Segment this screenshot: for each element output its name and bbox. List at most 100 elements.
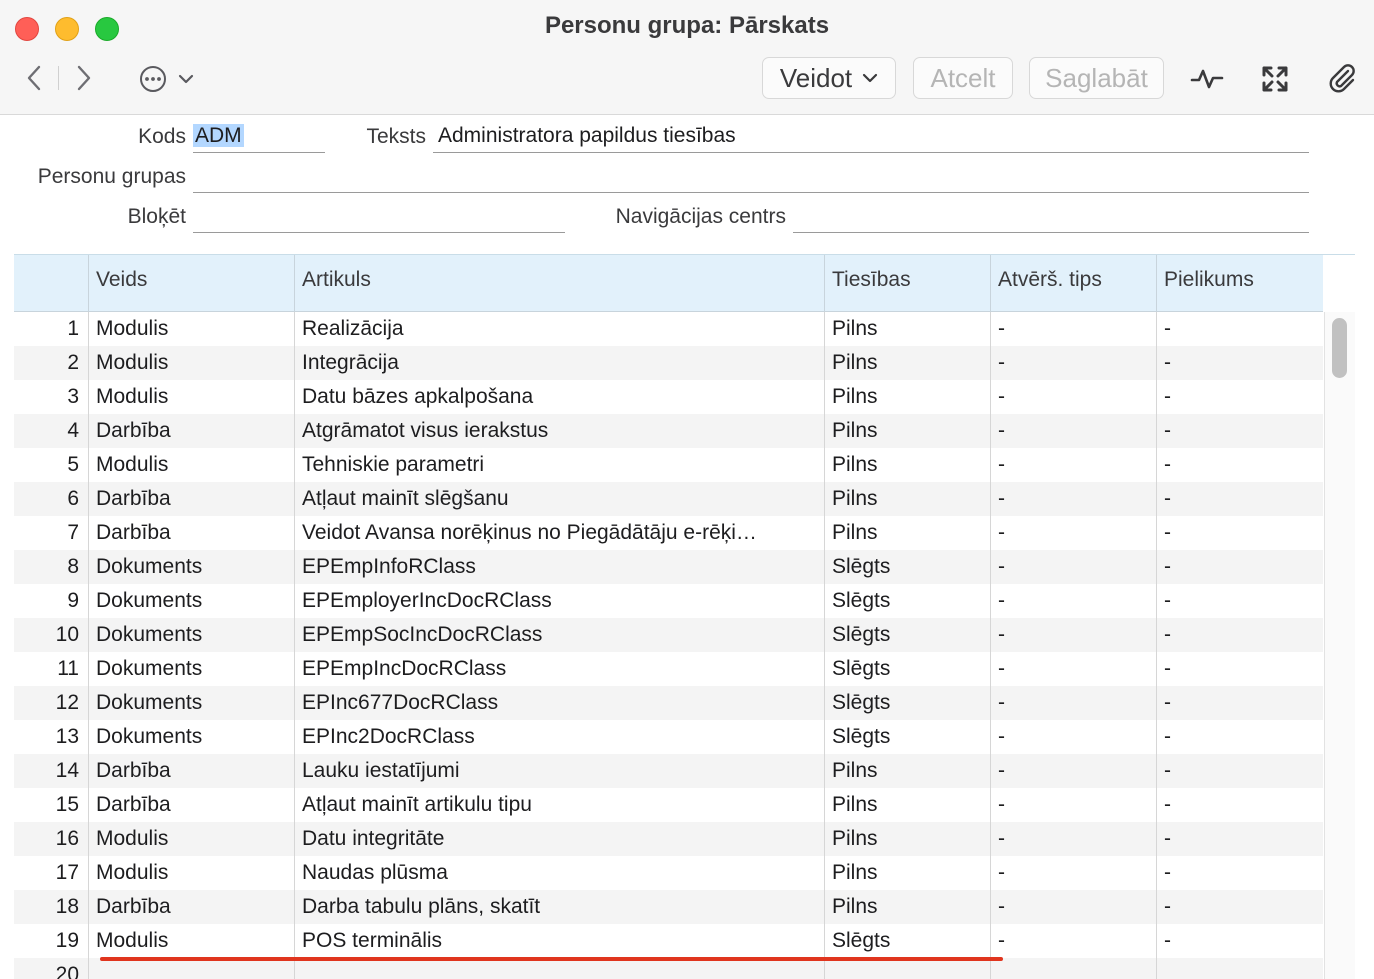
cell-rights[interactable]: Pilns bbox=[824, 754, 990, 788]
text-field[interactable]: Administratora papildus tiesības bbox=[433, 123, 1309, 153]
cell-row-number[interactable]: 5 bbox=[14, 448, 88, 482]
table-row[interactable]: 2 Modulis Integrācija Pilns - - bbox=[14, 346, 1323, 380]
cell-type[interactable]: Darbība bbox=[88, 788, 294, 822]
cell-item[interactable] bbox=[294, 958, 824, 979]
activity-button[interactable] bbox=[1190, 62, 1224, 96]
cell-row-number[interactable]: 12 bbox=[14, 686, 88, 720]
cell-rights[interactable]: Pilns bbox=[824, 482, 990, 516]
cell-attachment[interactable] bbox=[1156, 958, 1323, 979]
cell-type[interactable]: Modulis bbox=[88, 380, 294, 414]
back-button[interactable] bbox=[20, 62, 48, 94]
person-groups-field[interactable] bbox=[193, 163, 1309, 193]
table-row[interactable]: 13 Dokuments EPInc2DocRClass Slēgts - - bbox=[14, 720, 1323, 754]
block-field[interactable] bbox=[193, 203, 565, 233]
table-row[interactable]: 11 Dokuments EPEmpIncDocRClass Slēgts - - bbox=[14, 652, 1323, 686]
cell-item[interactable]: Lauku iestatījumi bbox=[294, 754, 824, 788]
cell-item[interactable]: Atļaut mainīt artikulu tipu bbox=[294, 788, 824, 822]
table-row[interactable]: 20 bbox=[14, 958, 1323, 979]
cell-rights[interactable]: Pilns bbox=[824, 788, 990, 822]
cell-attachment[interactable]: - bbox=[1156, 312, 1323, 346]
cell-attachment[interactable]: - bbox=[1156, 754, 1323, 788]
cell-type[interactable]: Dokuments bbox=[88, 550, 294, 584]
cell-row-number[interactable]: 7 bbox=[14, 516, 88, 550]
cell-attachment[interactable]: - bbox=[1156, 890, 1323, 924]
expand-button[interactable] bbox=[1258, 62, 1292, 96]
cell-open-type[interactable]: - bbox=[990, 754, 1156, 788]
table-row[interactable]: 15 Darbība Atļaut mainīt artikulu tipu Piln… bbox=[14, 788, 1323, 822]
table-row[interactable]: 10 Dokuments EPEmpSocIncDocRClass Slēgts - - bbox=[14, 618, 1323, 652]
cell-open-type[interactable]: - bbox=[990, 482, 1156, 516]
cell-row-number[interactable]: 8 bbox=[14, 550, 88, 584]
cancel-button[interactable]: Atcelt bbox=[913, 57, 1013, 99]
table-row[interactable]: 12 Dokuments EPInc677DocRClass Slēgts - - bbox=[14, 686, 1323, 720]
cell-item[interactable]: Veidot Avansa norēķinus no Piegādātāju e… bbox=[294, 516, 824, 550]
cell-type[interactable]: Dokuments bbox=[88, 652, 294, 686]
cell-rights[interactable]: Slēgts bbox=[824, 686, 990, 720]
cell-open-type[interactable]: - bbox=[990, 516, 1156, 550]
table-row[interactable]: 4 Darbība Atgrāmatot visus ierakstus Pilns -… bbox=[14, 414, 1323, 448]
cell-row-number[interactable]: 13 bbox=[14, 720, 88, 754]
cell-item[interactable]: EPEmpIncDocRClass bbox=[294, 652, 824, 686]
cell-row-number[interactable]: 3 bbox=[14, 380, 88, 414]
cell-item[interactable]: EPEmployerIncDocRClass bbox=[294, 584, 824, 618]
cell-rights[interactable]: Pilns bbox=[824, 414, 990, 448]
header-open-type[interactable]: Atvērš. tips bbox=[990, 255, 1156, 311]
table-row[interactable]: 9 Dokuments EPEmployerIncDocRClass Slēgts - - bbox=[14, 584, 1323, 618]
cell-rights[interactable]: Slēgts bbox=[824, 584, 990, 618]
cell-type[interactable]: Modulis bbox=[88, 448, 294, 482]
cell-attachment[interactable]: - bbox=[1156, 414, 1323, 448]
cell-attachment[interactable]: - bbox=[1156, 380, 1323, 414]
cell-row-number[interactable]: 18 bbox=[14, 890, 88, 924]
cell-item[interactable]: EPEmpInfoRClass bbox=[294, 550, 824, 584]
cell-item[interactable]: Darba tabulu plāns, skatīt bbox=[294, 890, 824, 924]
cell-open-type[interactable]: - bbox=[990, 822, 1156, 856]
cell-rights[interactable]: Pilns bbox=[824, 822, 990, 856]
cell-open-type[interactable]: - bbox=[990, 584, 1156, 618]
cell-item[interactable]: Integrācija bbox=[294, 346, 824, 380]
table-row[interactable]: 8 Dokuments EPEmpInfoRClass Slēgts - - bbox=[14, 550, 1323, 584]
code-field[interactable]: ADM bbox=[193, 123, 325, 153]
header-item[interactable]: Artikuls bbox=[294, 255, 824, 311]
cell-attachment[interactable]: - bbox=[1156, 652, 1323, 686]
table-row[interactable]: 17 Modulis Naudas plūsma Pilns - - bbox=[14, 856, 1323, 890]
cell-attachment[interactable]: - bbox=[1156, 482, 1323, 516]
cell-rights[interactable]: Pilns bbox=[824, 516, 990, 550]
cell-type[interactable]: Modulis bbox=[88, 822, 294, 856]
cell-item[interactable]: EPInc677DocRClass bbox=[294, 686, 824, 720]
cell-attachment[interactable]: - bbox=[1156, 448, 1323, 482]
cell-row-number[interactable]: 4 bbox=[14, 414, 88, 448]
cell-open-type[interactable]: - bbox=[990, 346, 1156, 380]
cell-row-number[interactable]: 11 bbox=[14, 652, 88, 686]
cell-row-number[interactable]: 19 bbox=[14, 924, 88, 958]
cell-type[interactable]: Darbība bbox=[88, 754, 294, 788]
cell-rights[interactable]: Slēgts bbox=[824, 924, 990, 958]
create-button[interactable]: Veidot bbox=[762, 57, 896, 99]
table-row[interactable]: 16 Modulis Datu integritāte Pilns - - bbox=[14, 822, 1323, 856]
cell-open-type[interactable]: - bbox=[990, 720, 1156, 754]
cell-rights[interactable]: Slēgts bbox=[824, 618, 990, 652]
attachment-button[interactable] bbox=[1326, 62, 1360, 96]
cell-type[interactable]: Modulis bbox=[88, 312, 294, 346]
cell-row-number[interactable]: 1 bbox=[14, 312, 88, 346]
header-type[interactable]: Veids bbox=[88, 255, 294, 311]
cell-rights[interactable] bbox=[824, 958, 990, 979]
table-row[interactable]: 19 Modulis POS terminālis Slēgts - - bbox=[14, 924, 1323, 958]
cell-rights[interactable]: Pilns bbox=[824, 312, 990, 346]
cell-type[interactable]: Darbība bbox=[88, 890, 294, 924]
cell-item[interactable]: EPEmpSocIncDocRClass bbox=[294, 618, 824, 652]
cell-item[interactable]: Tehniskie parametri bbox=[294, 448, 824, 482]
cell-open-type[interactable]: - bbox=[990, 924, 1156, 958]
cell-type[interactable]: Modulis bbox=[88, 346, 294, 380]
cell-type[interactable]: Dokuments bbox=[88, 584, 294, 618]
navigation-center-field[interactable] bbox=[793, 203, 1309, 233]
cell-open-type[interactable]: - bbox=[990, 448, 1156, 482]
cell-attachment[interactable]: - bbox=[1156, 856, 1323, 890]
cell-item[interactable]: Datu integritāte bbox=[294, 822, 824, 856]
cell-attachment[interactable]: - bbox=[1156, 584, 1323, 618]
cell-row-number[interactable]: 9 bbox=[14, 584, 88, 618]
cell-row-number[interactable]: 16 bbox=[14, 822, 88, 856]
more-actions-button[interactable] bbox=[138, 62, 202, 96]
cell-attachment[interactable]: - bbox=[1156, 686, 1323, 720]
cell-rights[interactable]: Slēgts bbox=[824, 652, 990, 686]
header-row-number[interactable] bbox=[14, 255, 88, 311]
